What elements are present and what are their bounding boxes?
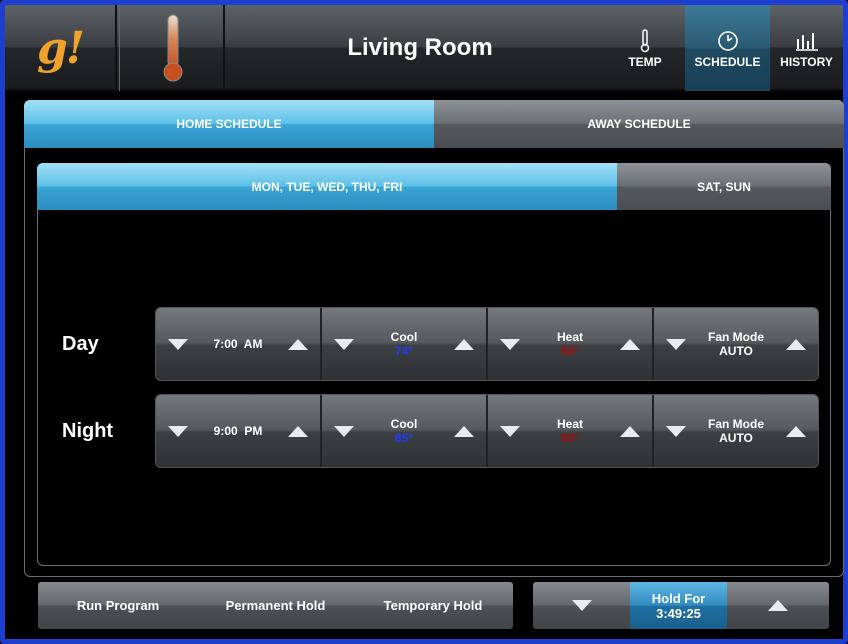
- schedule-row-day: 7:00 AM Cool 74° Heat 68° Fan Mode AUTO: [155, 307, 819, 381]
- decrease-arrow-icon[interactable]: [500, 425, 520, 437]
- temporary-hold-button[interactable]: Temporary Hold: [353, 582, 513, 629]
- increase-arrow-icon[interactable]: [619, 425, 640, 437]
- hold-for-label: Hold For: [651, 590, 706, 606]
- current-temp-thermometer[interactable]: [119, 5, 225, 91]
- hold-increase-button[interactable]: [727, 582, 829, 629]
- hold-duration-control: Hold For 3:49:25: [533, 582, 829, 629]
- decrease-arrow-icon[interactable]: [666, 338, 686, 350]
- decrease-arrow-icon[interactable]: [666, 425, 686, 437]
- increase-arrow-icon: [768, 600, 788, 611]
- row-label-night: Night: [62, 420, 114, 442]
- nav-temp-label: TEMP: [628, 55, 662, 69]
- top-bar: g! Living Room TEMP SCHEDULE HISTORY: [5, 5, 843, 91]
- hold-decrease-button[interactable]: [533, 582, 630, 629]
- decrease-arrow-icon[interactable]: [334, 338, 354, 350]
- run-program-button[interactable]: Run Program: [38, 582, 198, 629]
- increase-arrow-icon[interactable]: [453, 338, 474, 350]
- hold-for-display: Hold For 3:49:25: [630, 582, 727, 629]
- hold-for-value: 3:49:25: [656, 605, 701, 621]
- time-stepper: 9:00 PM: [156, 395, 322, 467]
- schedule-type-tabs: HOME SCHEDULE AWAY SCHEDULE: [24, 100, 844, 148]
- fan-mode-stepper: Fan Mode AUTO: [654, 308, 818, 380]
- decrease-arrow-icon[interactable]: [334, 425, 354, 437]
- thermometer-icon: [639, 27, 651, 55]
- decrease-arrow-icon[interactable]: [168, 425, 188, 437]
- decrease-arrow-icon: [571, 600, 592, 611]
- cool-value: 74°: [394, 344, 414, 358]
- fan-mode-label: Fan Mode: [708, 330, 764, 344]
- permanent-hold-button[interactable]: Permanent Hold: [198, 582, 353, 629]
- nav-history-label: HISTORY: [780, 55, 833, 69]
- fan-mode-stepper: Fan Mode AUTO: [654, 395, 818, 467]
- hold-mode-bar: Run Program Permanent Hold Temporary Hol…: [38, 582, 513, 629]
- day-group-tabs: MON, TUE, WED, THU, FRI SAT, SUN: [37, 163, 831, 210]
- nav-schedule[interactable]: SCHEDULE: [685, 5, 770, 91]
- heat-stepper: Heat 68°: [488, 308, 654, 380]
- fan-mode-value: AUTO: [719, 431, 753, 445]
- heat-label: Heat: [556, 330, 583, 344]
- cool-stepper: Cool 74°: [322, 308, 488, 380]
- cool-value: 85°: [394, 431, 414, 445]
- row-label-day: Day: [62, 333, 99, 355]
- decrease-arrow-icon[interactable]: [168, 338, 188, 350]
- fan-mode-label: Fan Mode: [708, 417, 764, 431]
- time-value: 7:00 AM: [213, 337, 263, 351]
- increase-arrow-icon[interactable]: [786, 338, 806, 350]
- increase-arrow-icon[interactable]: [288, 338, 308, 350]
- cool-label: Cool: [390, 330, 418, 344]
- logo: g!: [36, 22, 85, 74]
- time-stepper: 7:00 AM: [156, 308, 322, 380]
- heat-value: 60°: [560, 431, 580, 445]
- heat-label: Heat: [556, 417, 583, 431]
- tab-weekend[interactable]: SAT, SUN: [617, 163, 831, 210]
- nav-history[interactable]: HISTORY: [770, 5, 843, 91]
- clock-icon: [717, 27, 739, 55]
- decrease-arrow-icon[interactable]: [500, 338, 520, 350]
- logo-cell[interactable]: g!: [5, 5, 117, 91]
- increase-arrow-icon[interactable]: [786, 425, 806, 437]
- cool-stepper: Cool 85°: [322, 395, 488, 467]
- increase-arrow-icon[interactable]: [288, 425, 308, 437]
- room-title: Living Room: [347, 34, 493, 61]
- nav-temp[interactable]: TEMP: [605, 5, 685, 91]
- heat-stepper: Heat 60°: [488, 395, 654, 467]
- tab-away-schedule[interactable]: AWAY SCHEDULE: [434, 100, 844, 148]
- increase-arrow-icon[interactable]: [453, 425, 474, 437]
- bar-chart-icon: [795, 27, 819, 55]
- nav-schedule-label: SCHEDULE: [694, 55, 761, 69]
- cool-label: Cool: [390, 417, 418, 431]
- heat-value: 68°: [560, 344, 580, 358]
- schedule-row-night: 9:00 PM Cool 85° Heat 60° Fan Mode AUTO: [155, 394, 819, 468]
- thermometer-graphic-icon: [163, 14, 183, 82]
- tab-home-schedule[interactable]: HOME SCHEDULE: [24, 100, 434, 148]
- time-value: 9:00 PM: [213, 424, 263, 438]
- increase-arrow-icon[interactable]: [619, 338, 640, 350]
- tab-weekdays[interactable]: MON, TUE, WED, THU, FRI: [37, 163, 617, 210]
- fan-mode-value: AUTO: [719, 344, 753, 358]
